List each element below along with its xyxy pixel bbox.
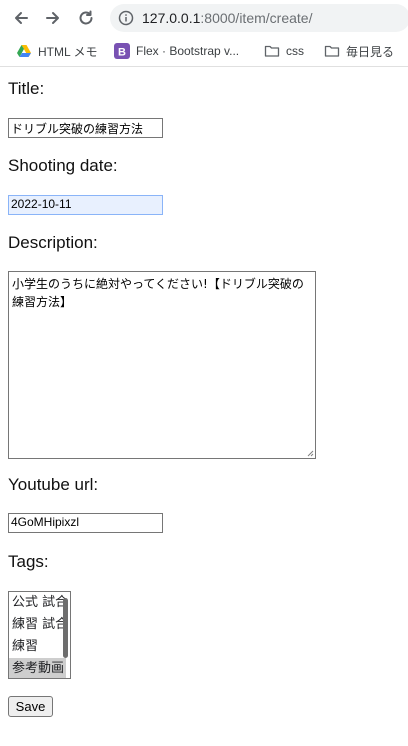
resize-handle-icon[interactable] (306, 449, 314, 457)
save-button[interactable]: Save (8, 696, 53, 717)
bookmark-folder-css[interactable]: css (264, 42, 304, 60)
folder-icon (324, 45, 340, 57)
youtube-url-input[interactable]: 4GoMHipixzl (8, 513, 163, 533)
bootstrap-icon: B (114, 43, 130, 59)
arrow-right-icon (46, 12, 59, 24)
title-input[interactable]: ドリブル突破の練習方法 (8, 118, 163, 138)
bookmark-label: Flex · Bootstrap v... (136, 44, 240, 58)
reload-button[interactable] (74, 6, 98, 30)
title-label: Title: (8, 79, 45, 98)
shooting-date-label: Shooting date: (8, 156, 118, 175)
folder-icon (264, 45, 280, 57)
url-path: :8000/item/create/ (200, 10, 313, 26)
listbox-scrollbar[interactable] (63, 598, 68, 658)
tag-option-practice[interactable]: 練習 (9, 636, 66, 658)
arrow-left-icon (15, 12, 28, 24)
shooting-date-input[interactable]: 2022-10-11 (8, 195, 163, 215)
url-host: 127.0.0.1 (142, 10, 201, 26)
bookmark-html-memo[interactable]: HTML メモ (16, 42, 98, 60)
info-icon[interactable] (118, 10, 134, 26)
description-textarea[interactable]: 小学生のうちに絶対やってください!【ドリブル突破の練習方法】 (8, 271, 316, 459)
description-label: Description: (8, 233, 98, 252)
tags-multiselect[interactable]: 公式 試合 練習 試合 練習 参考動画 (8, 591, 71, 679)
bookmark-flex-bootstrap[interactable]: B Flex · Bootstrap v... (114, 42, 239, 60)
bookmark-label: HTML メモ (38, 44, 98, 59)
bookmarks-bar: HTML メモ B Flex · Bootstrap v... css 毎日見る (0, 36, 408, 67)
reload-icon (79, 10, 93, 25)
description-text: 小学生のうちに絶対やってください!【ドリブル突破の練習方法】 (12, 277, 304, 309)
bookmark-folder-mainichi[interactable]: 毎日見る (324, 42, 394, 60)
tag-option-official-match[interactable]: 公式 試合 (9, 592, 66, 614)
tag-option-practice-match[interactable]: 練習 試合 (9, 614, 66, 636)
forward-button[interactable] (41, 6, 65, 30)
youtube-url-label: Youtube url: (8, 475, 99, 494)
tags-label: Tags: (8, 552, 49, 571)
google-drive-icon (17, 45, 31, 57)
svg-text:B: B (118, 47, 126, 59)
address-bar[interactable]: 127.0.0.1:8000/item/create/ (110, 4, 408, 32)
tag-option-reference-video[interactable]: 参考動画 (9, 658, 66, 678)
bookmark-label: css (286, 44, 304, 58)
url-text: 127.0.0.1:8000/item/create/ (142, 10, 312, 26)
bookmark-label: 毎日見る (346, 44, 395, 59)
back-button[interactable] (9, 6, 33, 30)
browser-toolbar: 127.0.0.1:8000/item/create/ (0, 0, 408, 36)
